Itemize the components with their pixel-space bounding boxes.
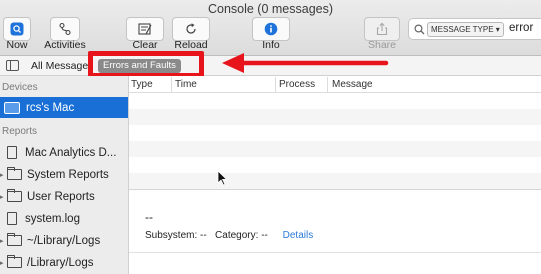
sidebar: Devices rcs's Mac Reports Mac Analytics … bbox=[0, 76, 129, 274]
table-row bbox=[129, 109, 541, 125]
subsystem-value: -- bbox=[200, 230, 207, 241]
detail-divider bbox=[129, 252, 541, 253]
folder-icon bbox=[7, 233, 22, 246]
sidebar-item-label: system.log bbox=[25, 212, 80, 225]
sidebar-item-label: ~/Library/Logs bbox=[27, 234, 101, 247]
device-label: rcs's Mac bbox=[26, 101, 75, 114]
document-icon bbox=[7, 146, 17, 159]
sidebar-item-system-reports[interactable]: ▸ System Reports bbox=[0, 164, 128, 185]
reload-button[interactable] bbox=[172, 17, 210, 41]
now-icon bbox=[10, 22, 24, 36]
now-label: Now bbox=[6, 39, 28, 51]
document-icon bbox=[7, 212, 17, 225]
mouse-cursor-icon bbox=[217, 170, 227, 186]
folder-icon bbox=[7, 255, 22, 268]
message-pane: Type Time Process Message -- Subsystem: … bbox=[129, 76, 541, 274]
share-icon bbox=[376, 22, 388, 36]
table-header: Type Time Process Message bbox=[129, 76, 541, 93]
devices-header: Devices bbox=[2, 82, 38, 93]
search-field[interactable]: MESSAGE TYPE ▾ error bbox=[408, 18, 541, 40]
column-type[interactable]: Type bbox=[131, 79, 153, 90]
sidebar-item-label: User Reports bbox=[27, 190, 95, 203]
window-title: Console (0 messages) bbox=[207, 2, 334, 16]
activities-icon bbox=[59, 22, 71, 36]
table-row bbox=[129, 141, 541, 157]
folder-icon bbox=[7, 167, 22, 180]
sidebar-item-system-log[interactable]: system.log bbox=[0, 208, 128, 229]
clear-label: Clear bbox=[132, 39, 158, 51]
sidebar-item-device[interactable]: rcs's Mac bbox=[0, 97, 128, 118]
clear-button[interactable] bbox=[126, 17, 164, 41]
column-time[interactable]: Time bbox=[175, 79, 197, 90]
detail-title: -- bbox=[145, 210, 153, 224]
sidebar-item-library-logs[interactable]: ▸ /Library/Logs bbox=[0, 252, 128, 273]
annotation-arrow-icon bbox=[222, 53, 389, 73]
reload-icon bbox=[186, 23, 196, 34]
all-messages-filter[interactable]: All Messages bbox=[31, 60, 93, 72]
computer-icon bbox=[4, 101, 20, 114]
activities-label: Activities bbox=[44, 39, 86, 51]
sidebar-item-label: /Library/Logs bbox=[27, 256, 94, 269]
sidebar-item-user-reports[interactable]: ▸ User Reports bbox=[0, 186, 128, 207]
now-button[interactable] bbox=[3, 17, 31, 41]
pane-divider[interactable] bbox=[129, 189, 541, 190]
share-button[interactable] bbox=[364, 17, 400, 41]
search-token[interactable]: MESSAGE TYPE ▾ bbox=[427, 22, 504, 37]
sidebar-item-label: System Reports bbox=[27, 168, 109, 181]
sidebar-item-user-library-logs[interactable]: ▸ ~/Library/Logs bbox=[0, 230, 128, 251]
table-row bbox=[129, 173, 541, 189]
column-process[interactable]: Process bbox=[279, 79, 315, 90]
disclosure-triangle-icon[interactable]: ▸ bbox=[0, 259, 6, 267]
subsystem-label: Subsystem: bbox=[145, 230, 198, 241]
annotation-highlight-box bbox=[88, 51, 204, 78]
detail-metadata: Subsystem: -- Category: -- Details bbox=[145, 230, 313, 241]
sidebar-toggle-icon[interactable] bbox=[6, 60, 19, 71]
disclosure-triangle-icon[interactable]: ▸ bbox=[0, 171, 6, 179]
disclosure-triangle-icon[interactable]: ▸ bbox=[0, 237, 6, 245]
category-value: -- bbox=[261, 230, 268, 241]
category-label: Category: bbox=[215, 230, 259, 241]
reports-header: Reports bbox=[2, 126, 38, 137]
details-link[interactable]: Details bbox=[283, 230, 314, 241]
sidebar-item-label: Mac Analytics D... bbox=[25, 146, 117, 159]
search-term[interactable]: error bbox=[509, 22, 533, 34]
clear-icon bbox=[138, 23, 152, 35]
sidebar-item-mac-analytics[interactable]: Mac Analytics D... bbox=[0, 142, 128, 163]
folder-icon bbox=[7, 189, 22, 202]
info-button[interactable] bbox=[252, 17, 290, 41]
search-icon bbox=[414, 24, 425, 35]
info-icon bbox=[264, 22, 278, 36]
disclosure-triangle-icon[interactable]: ▸ bbox=[0, 193, 6, 201]
column-message[interactable]: Message bbox=[332, 79, 373, 90]
activities-button[interactable] bbox=[50, 17, 80, 41]
